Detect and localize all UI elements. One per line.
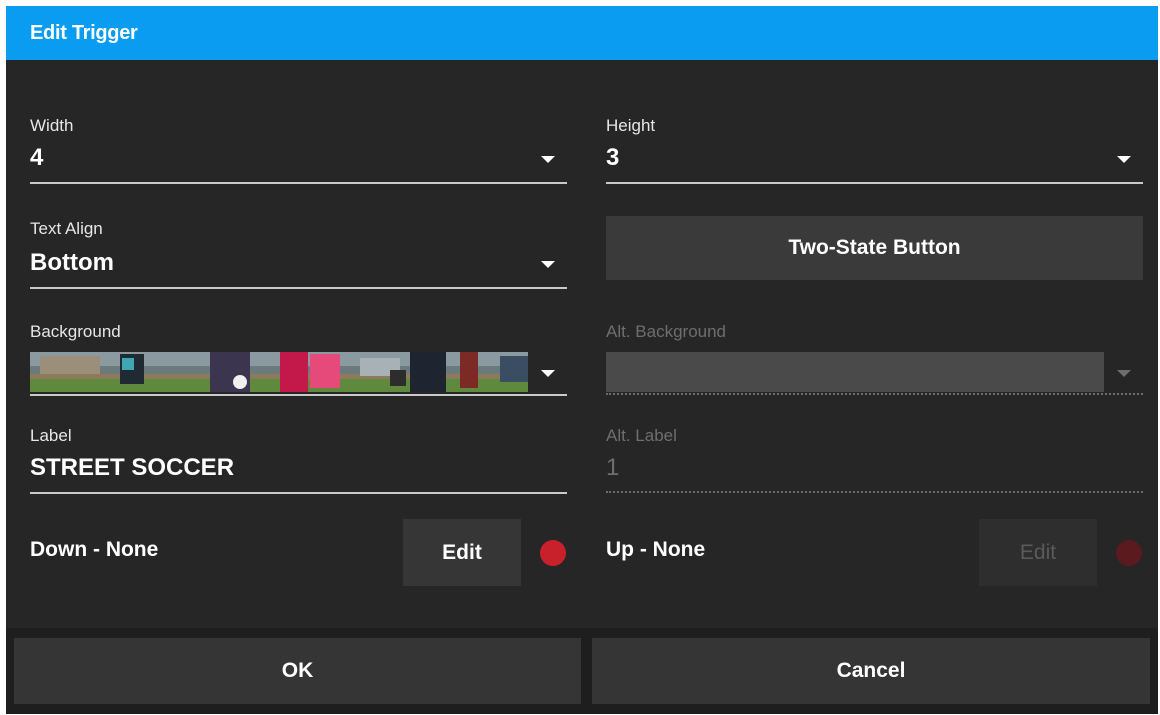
label-label: Label	[30, 426, 72, 445]
alt-background-label: Alt. Background	[606, 322, 727, 341]
alt-label-underline	[606, 491, 1143, 493]
status-dot-icon	[540, 540, 566, 566]
text-align-field[interactable]: Text Align Bottom	[30, 219, 567, 291]
status-dot-icon	[1116, 540, 1142, 566]
width-label: Width	[30, 116, 74, 135]
chevron-down-icon[interactable]	[541, 261, 555, 268]
dialog-footer: OK Cancel	[6, 628, 1158, 714]
chevron-down-icon	[1117, 370, 1131, 377]
label-value: STREET SOCCER	[30, 454, 235, 481]
two-state-button[interactable]: Two-State Button	[606, 216, 1143, 280]
cancel-button-label: Cancel	[836, 659, 906, 682]
edit-trigger-dialog: Edit Trigger Width 4 Height 3 Text Align…	[6, 6, 1158, 714]
up-edit-button-label: Edit	[1019, 541, 1057, 564]
text-align-underline	[30, 287, 567, 289]
height-underline	[606, 182, 1143, 184]
alt-background-field: Alt. Background	[606, 322, 1143, 396]
height-value: 3	[606, 144, 620, 171]
alt-background-preview	[606, 352, 1104, 392]
chevron-down-icon[interactable]	[541, 370, 555, 377]
height-field[interactable]: Height 3	[606, 116, 1143, 186]
width-value: 4	[30, 144, 44, 171]
background-image-preview	[30, 352, 528, 392]
up-action-label: Up - None	[606, 538, 706, 561]
width-underline	[30, 182, 567, 184]
down-edit-button[interactable]: Edit	[403, 519, 521, 586]
ok-button[interactable]: OK	[14, 638, 581, 704]
cancel-button[interactable]: Cancel	[592, 638, 1150, 704]
down-action-label: Down - None	[30, 538, 159, 561]
alt-label-field: Alt. Label 1	[606, 426, 1143, 496]
label-underline	[30, 492, 567, 494]
alt-background-underline	[606, 393, 1143, 395]
background-label: Background	[30, 322, 121, 341]
soccer-photo-thumbnail	[30, 352, 528, 392]
ok-button-label: OK	[281, 659, 314, 682]
width-field[interactable]: Width 4	[30, 116, 567, 186]
height-label: Height	[606, 116, 656, 135]
down-edit-button-label: Edit	[442, 541, 482, 564]
up-edit-button: Edit	[979, 519, 1097, 586]
text-align-label: Text Align	[30, 219, 103, 238]
label-field[interactable]: Label STREET SOCCER	[30, 426, 567, 496]
background-underline	[30, 394, 567, 396]
dialog-title: Edit Trigger	[6, 6, 1158, 60]
alt-label-value: 1	[606, 454, 620, 481]
background-field[interactable]: Background	[30, 322, 567, 396]
chevron-down-icon[interactable]	[541, 156, 555, 163]
alt-label-label: Alt. Label	[606, 426, 677, 445]
chevron-down-icon[interactable]	[1117, 156, 1131, 163]
text-align-value: Bottom	[30, 249, 114, 276]
two-state-button-label: Two-State Button	[788, 236, 961, 259]
